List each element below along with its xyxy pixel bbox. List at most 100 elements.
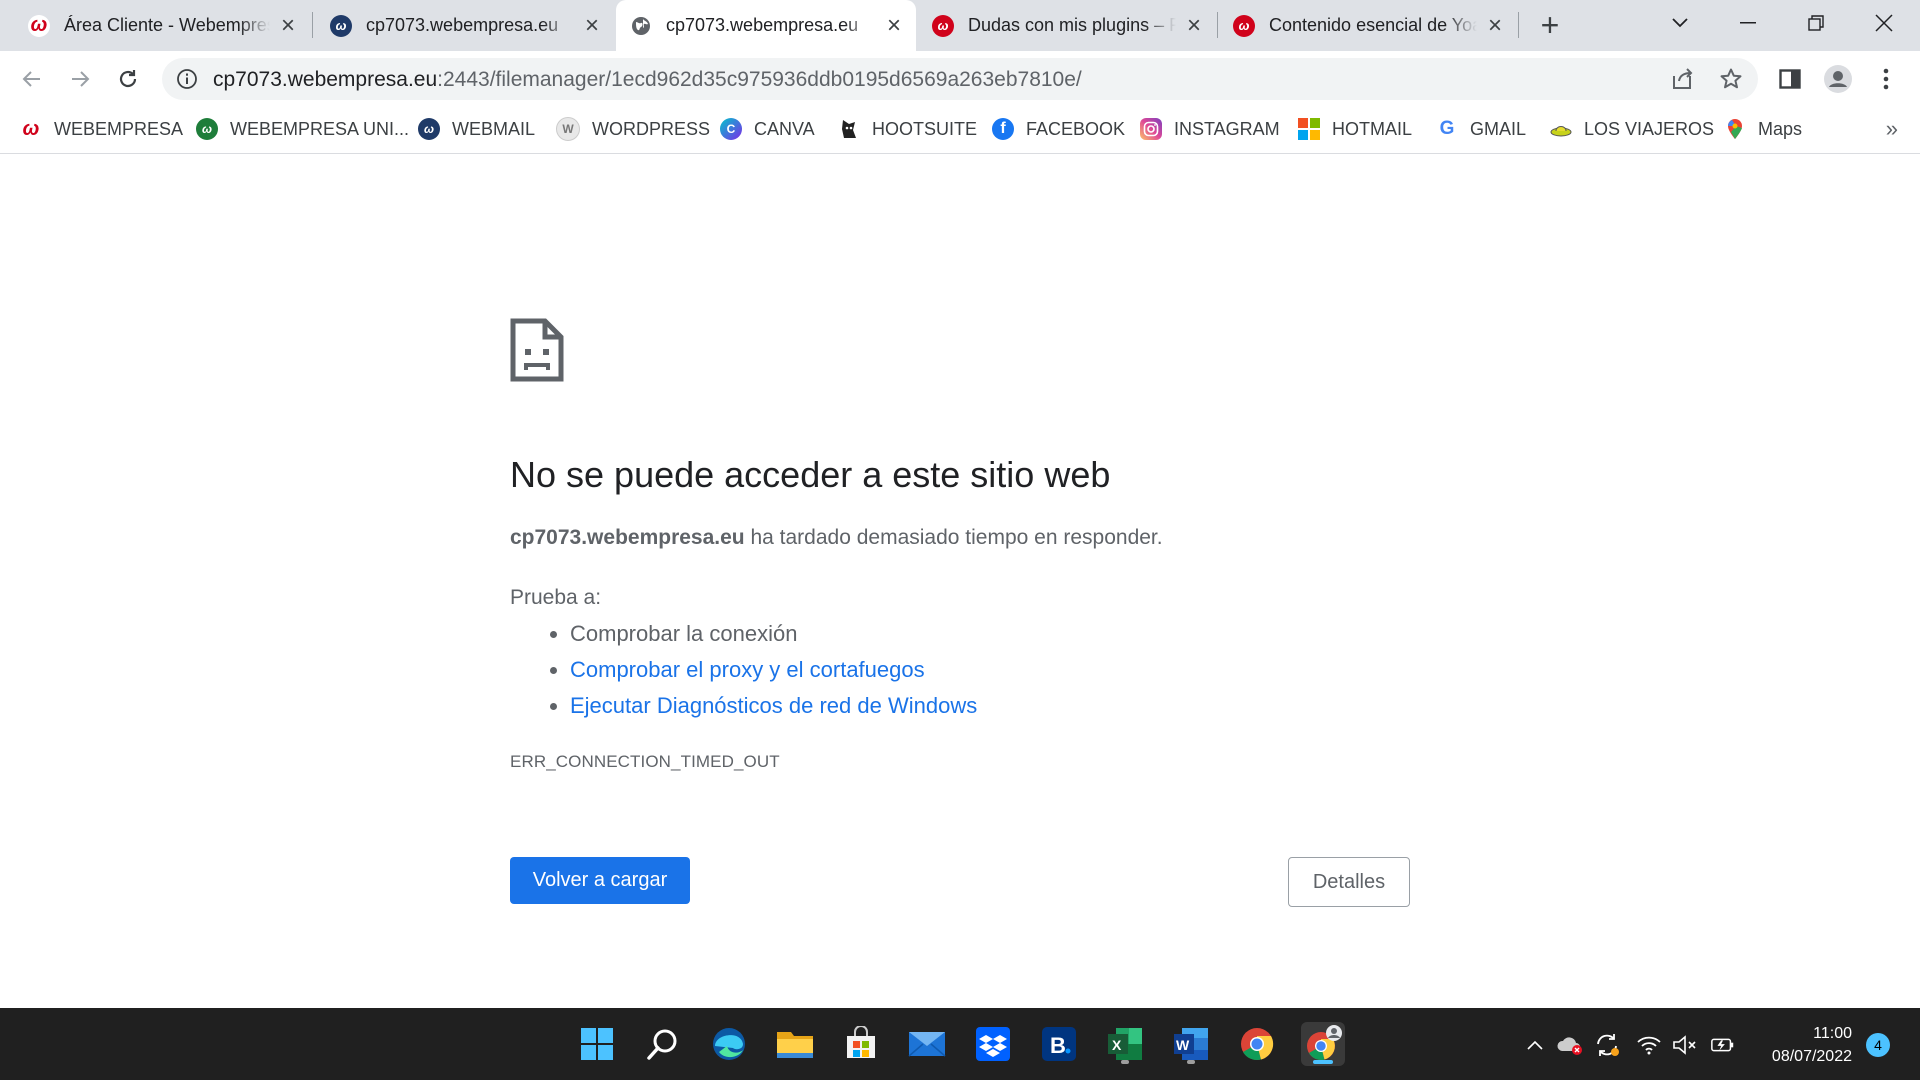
- side-panel-button[interactable]: [1776, 65, 1804, 93]
- forward-button[interactable]: [60, 59, 100, 99]
- notification-badge[interactable]: 4: [1866, 1033, 1890, 1057]
- close-tab-icon[interactable]: ×: [884, 13, 904, 37]
- tab-contenido-yoast[interactable]: ω Contenido esencial de Yoast ×: [1219, 0, 1517, 51]
- bookmark-label: LOS VIAJEROS: [1584, 118, 1715, 139]
- facebook-icon: f: [992, 118, 1014, 140]
- running-indicator: [1313, 1060, 1333, 1064]
- excel-icon[interactable]: X: [1103, 1022, 1147, 1066]
- windows-start-icon[interactable]: [575, 1022, 619, 1066]
- sad-document-icon: [510, 318, 564, 382]
- menu-button[interactable]: [1872, 65, 1900, 93]
- bookmark-instagram[interactable]: INSTAGRAM: [1140, 114, 1280, 144]
- word-icon[interactable]: W: [1169, 1022, 1213, 1066]
- restore-icon: [1808, 14, 1824, 31]
- bookmark-label: WORDPRESS: [592, 118, 711, 139]
- battery-charging-icon[interactable]: [1710, 1032, 1736, 1058]
- tab-dudas-plugins[interactable]: ω Dudas con mis plugins – Foro ×: [918, 0, 1216, 51]
- mail-icon[interactable]: [905, 1022, 949, 1066]
- close-tab-icon[interactable]: ×: [1184, 13, 1204, 37]
- clock-date: 08/07/2022: [1771, 1048, 1852, 1065]
- webempresa-logo-icon: ω: [22, 117, 40, 140]
- reload-button[interactable]: [108, 59, 148, 99]
- tab-title: Contenido esencial de Yoast: [1269, 15, 1477, 35]
- sync-icon[interactable]: [1594, 1032, 1620, 1058]
- new-tab-button[interactable]: +: [1535, 8, 1565, 42]
- bookmark-label: HOTMAIL: [1332, 118, 1413, 139]
- booking-icon[interactable]: B: [1037, 1022, 1081, 1066]
- bookmark-gmail[interactable]: G GMAIL: [1436, 114, 1526, 144]
- webempresa-red-icon: ω: [932, 14, 954, 37]
- close-tab-icon[interactable]: ×: [1485, 13, 1505, 37]
- bookmark-webmail[interactable]: ω WEBMAIL: [418, 114, 535, 144]
- url-text[interactable]: cp7073.webempresa.eu:2443/filemanager/1e…: [213, 68, 1082, 92]
- chrome-icon[interactable]: [1235, 1022, 1279, 1066]
- tab-cp7073-active[interactable]: cp7073.webempresa.eu ×: [616, 0, 916, 51]
- bookmark-label: WEBEMPRESA: [54, 118, 184, 139]
- webempresa-w-icon: ω: [330, 14, 352, 37]
- arrow-right-icon: [72, 71, 90, 87]
- onedrive-error-icon[interactable]: [1557, 1032, 1583, 1058]
- bookmark-maps[interactable]: Maps: [1724, 114, 1802, 144]
- webempresa-logo-icon: ω: [28, 14, 50, 37]
- bookmark-webempresa-uni[interactable]: ω WEBEMPRESA UNI...: [196, 114, 409, 144]
- error-host: cp7073.webempresa.eu: [510, 526, 745, 549]
- bookmark-facebook[interactable]: f FACEBOOK: [992, 114, 1125, 144]
- bookmark-hotmail[interactable]: HOTMAIL: [1298, 114, 1412, 144]
- bookmark-canva[interactable]: C CANVA: [720, 114, 815, 144]
- dropbox-icon[interactable]: [971, 1022, 1015, 1066]
- reload-icon: [119, 70, 137, 88]
- restore-button[interactable]: [1786, 0, 1846, 45]
- address-bar[interactable]: cp7073.webempresa.eu:2443/filemanager/1e…: [162, 58, 1758, 100]
- wordpress-icon: W: [556, 117, 580, 141]
- bookmark-label: CANVA: [754, 118, 815, 139]
- close-tab-icon[interactable]: ×: [582, 13, 602, 37]
- suggestion-run-diagnostics-link[interactable]: Ejecutar Diagnósticos de red de Windows: [570, 688, 977, 724]
- file-explorer-icon[interactable]: [773, 1022, 817, 1066]
- hootsuite-icon: [838, 118, 860, 140]
- edge-icon[interactable]: [707, 1022, 751, 1066]
- bookmark-webempresa[interactable]: ω WEBEMPRESA: [20, 114, 183, 144]
- bookmark-label: INSTAGRAM: [1174, 118, 1280, 139]
- info-icon[interactable]: [176, 68, 198, 90]
- share-icon[interactable]: [1670, 67, 1696, 91]
- show-hidden-icons-button[interactable]: [1522, 1032, 1548, 1058]
- suggestion-check-proxy-link[interactable]: Comprobar el proxy y el cortafuegos: [570, 652, 977, 688]
- running-indicator: [1187, 1060, 1195, 1064]
- tab-area-cliente[interactable]: ω Área Cliente - Webempresa ×: [14, 0, 310, 51]
- reload-page-button[interactable]: Volver a cargar: [510, 857, 690, 904]
- tab-strip: ω Área Cliente - Webempresa × ω cp7073.w…: [0, 0, 1920, 51]
- clock[interactable]: 11:00 08/07/2022: [1742, 1022, 1852, 1068]
- instagram-icon: [1140, 118, 1162, 140]
- chrome-profile-icon[interactable]: [1301, 1022, 1345, 1066]
- search-icon[interactable]: [641, 1022, 685, 1066]
- tab-search-button[interactable]: [1650, 0, 1710, 45]
- suggestion-check-connection: Comprobar la conexión: [570, 616, 977, 652]
- bookmark-label: WEBMAIL: [452, 118, 536, 139]
- back-button[interactable]: [12, 59, 52, 99]
- bookmarks-overflow-button[interactable]: »: [1886, 116, 1898, 142]
- store-icon[interactable]: [839, 1022, 883, 1066]
- google-icon: G: [1436, 118, 1458, 140]
- bookmark-star-icon[interactable]: [1718, 67, 1744, 91]
- details-button[interactable]: Detalles: [1288, 857, 1410, 907]
- bookmark-hootsuite[interactable]: HOOTSUITE: [838, 114, 977, 144]
- close-tab-icon[interactable]: ×: [278, 13, 298, 37]
- clock-time: 11:00: [1813, 1025, 1852, 1042]
- tab-title: Área Cliente - Webempresa: [64, 15, 270, 35]
- url-host: cp7073.webempresa.eu: [213, 68, 438, 91]
- tab-cp7073-1[interactable]: ω cp7073.webempresa.eu ×: [316, 0, 614, 51]
- profile-button[interactable]: [1824, 65, 1852, 93]
- svg-text:B: B: [1050, 1033, 1066, 1058]
- tab-title: cp7073.webempresa.eu: [666, 15, 859, 35]
- close-window-button[interactable]: [1854, 0, 1914, 45]
- bookmark-wordpress[interactable]: W WORDPRESS: [556, 114, 710, 144]
- bookmark-label: HOOTSUITE: [872, 118, 978, 139]
- minimize-button[interactable]: [1718, 0, 1778, 45]
- volume-muted-icon[interactable]: [1672, 1032, 1698, 1058]
- bookmark-los-viajeros[interactable]: LOS VIAJEROS: [1550, 114, 1714, 144]
- webempresa-red-icon: ω: [1233, 14, 1255, 37]
- url-path: :2443/filemanager/1ecd962d35c975936ddb01…: [437, 68, 1082, 91]
- bookmark-label: FACEBOOK: [1026, 118, 1126, 139]
- wifi-icon[interactable]: [1636, 1032, 1662, 1058]
- globe-icon: [630, 14, 652, 37]
